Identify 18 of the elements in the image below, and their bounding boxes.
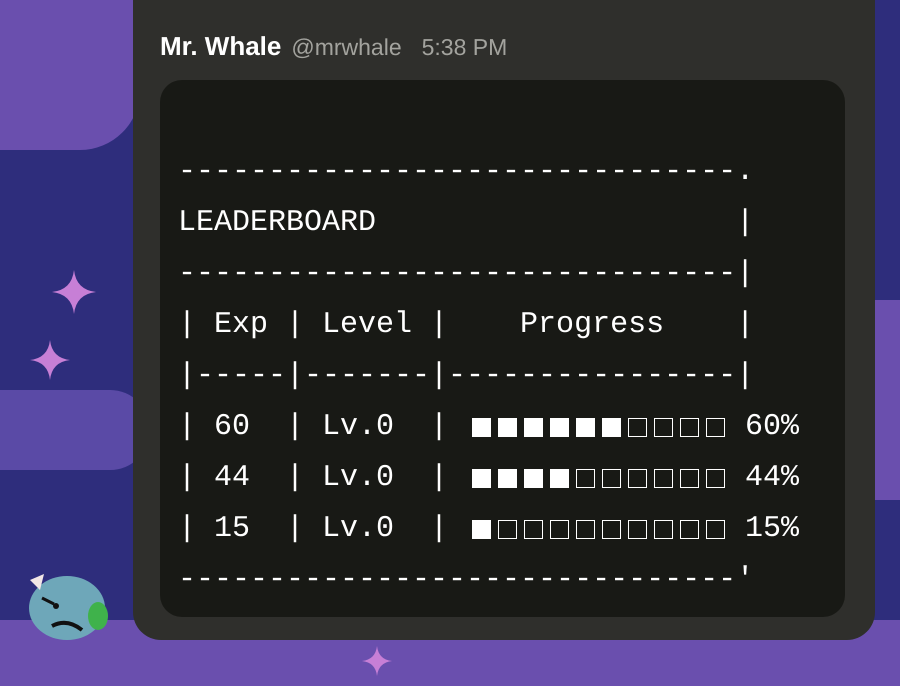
sparkle-icon xyxy=(362,646,392,676)
percent-text: 44% xyxy=(745,460,800,497)
code-line: | Exp | Level | Progress | xyxy=(178,307,754,344)
code-line: -------------------------------| xyxy=(178,256,754,293)
author-name[interactable]: Mr. Whale xyxy=(160,27,282,66)
code-line: | 15 | Lv.0 | xyxy=(178,511,448,548)
message-time: 5:38 PM xyxy=(422,33,508,62)
sparkle-icon xyxy=(30,340,70,380)
code-line: | 60 | Lv.0 | xyxy=(178,409,448,446)
code-line: -------------------------------. xyxy=(178,154,754,191)
code-line: |-----|-------|----------------| xyxy=(178,358,754,395)
code-line: LEADERBOARD | xyxy=(178,205,754,242)
code-line: -------------------------------' xyxy=(178,562,754,599)
percent-text: 15% xyxy=(745,511,800,548)
author-handle: @mrwhale xyxy=(291,33,402,62)
percent-text: 60% xyxy=(745,409,800,446)
code-line: | 44 | Lv.0 | xyxy=(178,460,448,497)
sparkle-icon xyxy=(52,270,96,314)
